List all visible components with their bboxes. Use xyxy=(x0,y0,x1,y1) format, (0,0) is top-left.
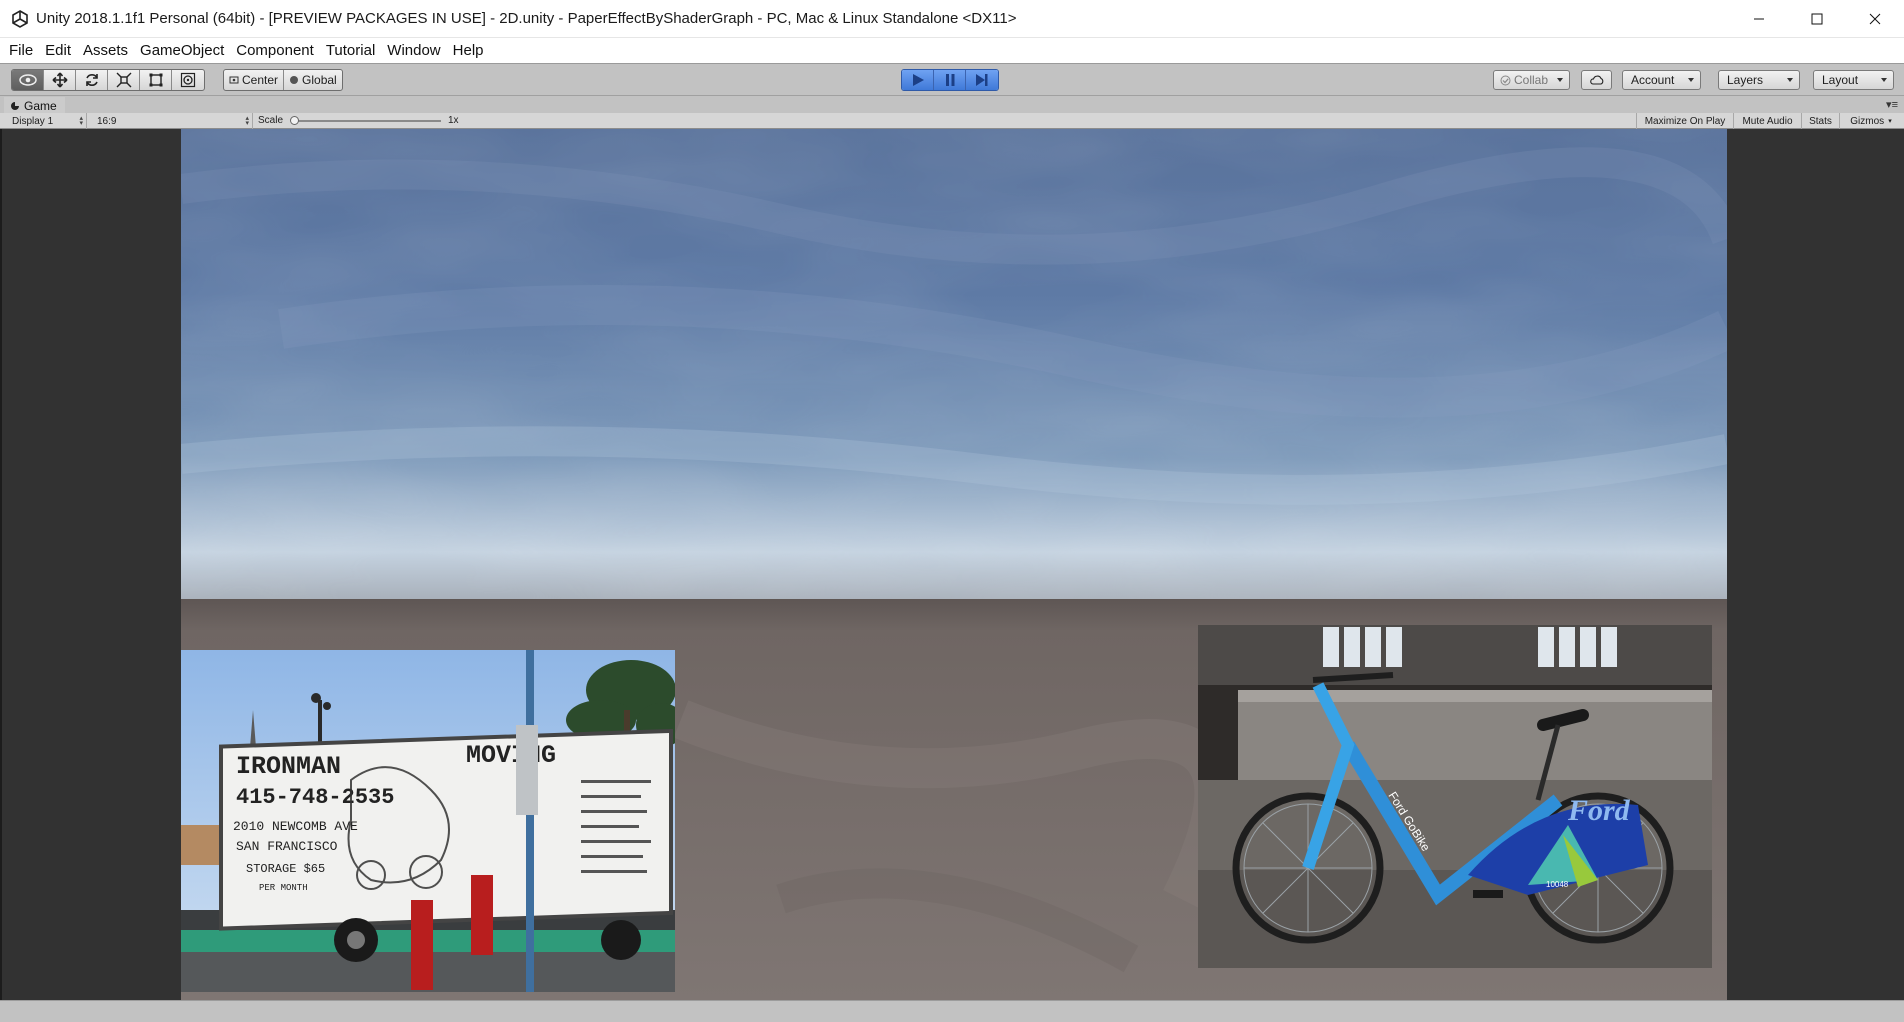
truck-sign-addr3: STORAGE $65 xyxy=(246,862,325,876)
display-dropdown[interactable]: Display 1 ▴ ▾ xyxy=(2,113,87,129)
mute-audio-button[interactable]: Mute Audio xyxy=(1733,113,1801,129)
maximize-on-play-button[interactable]: Maximize On Play xyxy=(1636,113,1733,129)
scale-label: Scale xyxy=(258,115,284,126)
layers-dropdown[interactable]: Layers xyxy=(1718,70,1800,90)
menu-file[interactable]: File xyxy=(4,38,40,63)
menu-edit[interactable]: Edit xyxy=(40,38,78,63)
scale-slider-thumb[interactable] xyxy=(290,116,299,125)
check-icon xyxy=(1500,75,1511,85)
main-toolbar: Center Global Collab Account Layers Layo… xyxy=(0,63,1904,95)
status-bar xyxy=(0,1000,1904,1022)
minimize-icon[interactable] xyxy=(1730,0,1788,38)
maximize-on-play-label: Maximize On Play xyxy=(1644,115,1726,127)
space-global-button[interactable]: Global xyxy=(284,70,342,90)
truck-sign-phone: 415-748-2535 xyxy=(236,785,394,810)
aspect-label: 16:9 xyxy=(97,115,117,127)
layers-label: Layers xyxy=(1727,73,1764,87)
layout-dropdown[interactable]: Layout xyxy=(1813,70,1894,90)
pause-button[interactable] xyxy=(934,70,966,90)
scale-icon[interactable] xyxy=(108,70,140,90)
play-button[interactable] xyxy=(902,70,934,90)
collab-label: Collab xyxy=(1514,73,1549,87)
close-icon[interactable] xyxy=(1846,0,1904,38)
move-icon[interactable] xyxy=(44,70,76,90)
mute-audio-label: Mute Audio xyxy=(1742,115,1793,127)
stats-label: Stats xyxy=(1809,115,1832,127)
pivot-center-button[interactable]: Center xyxy=(224,70,285,90)
gizmos-dropdown[interactable]: Gizmos ▾ xyxy=(1839,113,1902,129)
menu-help[interactable]: Help xyxy=(448,38,491,63)
truck-sign-addr1: 2010 NEWCOMB AVE xyxy=(233,819,358,834)
window-title: Unity 2018.1.1f1 Personal (64bit) - [PRE… xyxy=(36,10,1017,27)
pivot-label: Center xyxy=(242,73,279,87)
menu-tutorial[interactable]: Tutorial xyxy=(321,38,382,63)
maximize-icon[interactable] xyxy=(1788,0,1846,38)
title-bar: Unity 2018.1.1f1 Personal (64bit) - [PRE… xyxy=(0,0,1904,38)
transform-tools xyxy=(11,69,205,91)
scale-slider-track[interactable] xyxy=(291,120,441,122)
playback-controls xyxy=(901,69,999,91)
game-render-area[interactable]: IRONMAN MOVING 415-748-2535 2010 NEWCOMB… xyxy=(181,129,1727,1000)
bike-id: 10048 xyxy=(1546,880,1569,889)
pause-icon xyxy=(945,74,954,86)
truck-sign-addr2: SAN FRANCISCO xyxy=(236,839,338,854)
rotate-icon[interactable] xyxy=(76,70,108,90)
rect-icon[interactable] xyxy=(140,70,172,90)
bike-photo: Ford Ford GoBike 10048 xyxy=(1198,625,1712,968)
account-label: Account xyxy=(1631,73,1675,87)
truck-sign-moving: MOVING xyxy=(466,741,556,770)
stats-button[interactable]: Stats xyxy=(1801,113,1839,129)
menu-window[interactable]: Window xyxy=(382,38,447,63)
menu-bar: File Edit Assets GameObject Component Tu… xyxy=(0,38,1904,63)
account-dropdown[interactable]: Account xyxy=(1622,70,1701,90)
layout-label: Layout xyxy=(1822,73,1859,87)
aspect-dropdown[interactable]: 16:9 ▴ ▾ xyxy=(87,113,253,129)
game-tab-icon xyxy=(11,101,19,110)
menu-gameobject[interactable]: GameObject xyxy=(135,38,231,63)
space-label: Global xyxy=(302,73,337,87)
truck-sign-line1: IRONMAN xyxy=(236,752,341,781)
truck-photo: IRONMAN MOVING 415-748-2535 2010 NEWCOMB… xyxy=(181,650,675,992)
play-icon xyxy=(912,74,924,86)
transform-icon[interactable] xyxy=(172,70,204,90)
menu-component[interactable]: Component xyxy=(231,38,321,63)
step-icon xyxy=(976,74,988,86)
pivot-icon xyxy=(229,76,239,84)
display-label: Display 1 xyxy=(12,115,54,127)
menu-assets[interactable]: Assets xyxy=(78,38,135,63)
collab-dropdown[interactable]: Collab xyxy=(1493,70,1570,90)
unity-logo-icon xyxy=(12,9,28,28)
game-viewport[interactable]: IRONMAN MOVING 415-748-2535 2010 NEWCOMB… xyxy=(0,129,1904,1000)
hand-eye-icon[interactable] xyxy=(12,70,44,90)
panel-menu-icon[interactable]: ▾≡ xyxy=(1886,98,1898,111)
tab-game-label: Game xyxy=(24,98,57,113)
pivot-toggles: Center Global xyxy=(223,69,343,91)
truck-sign-addr4: PER MONTH xyxy=(259,883,308,893)
globe-icon xyxy=(290,76,299,84)
step-button[interactable] xyxy=(966,70,998,90)
sky-background xyxy=(181,129,1727,599)
cloud-icon xyxy=(1590,75,1604,85)
gizmos-label: Gizmos xyxy=(1850,115,1885,127)
scale-value: 1x xyxy=(448,115,459,126)
game-view-header: Game ▾≡ xyxy=(0,95,1904,114)
tab-game[interactable]: Game xyxy=(4,97,65,114)
bike-brand: Ford xyxy=(1567,794,1631,827)
cloud-button[interactable] xyxy=(1581,70,1612,90)
game-view-toolbar: Display 1 ▴ ▾ 16:9 ▴ ▾ Scale 1x Maximize O… xyxy=(0,113,1904,129)
